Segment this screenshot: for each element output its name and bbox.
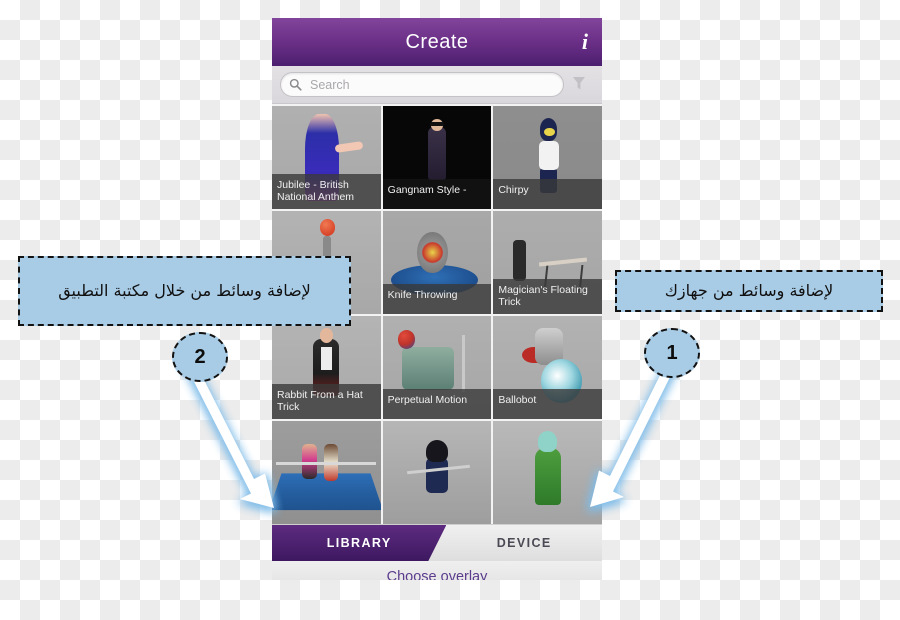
tile-rabbit-from-a-hat-trick[interactable]: Rabbit From a Hat Trick bbox=[272, 316, 381, 419]
tile-ballobot[interactable]: Ballobot bbox=[493, 316, 602, 419]
search-bar bbox=[272, 66, 602, 104]
step-badge-1: 1 bbox=[644, 328, 700, 378]
tile-label: Jubilee - British National Anthem bbox=[272, 174, 381, 209]
tile-label: Chirpy bbox=[493, 179, 602, 209]
app-footer: Choose overlay bbox=[272, 561, 602, 580]
tile-gangnam-style[interactable]: Gangnam Style - bbox=[382, 106, 492, 209]
tile-jubilee[interactable]: Jubilee - British National Anthem bbox=[272, 106, 381, 209]
info-icon[interactable]: i bbox=[582, 31, 588, 53]
tile-label: Gangnam Style - bbox=[382, 179, 492, 209]
page-title: Create bbox=[405, 30, 469, 53]
tile-magicians-floating-trick[interactable]: Magician's Floating Trick bbox=[493, 211, 602, 314]
callout-left: لإضافة وسائط من خلال مكتبة التطبيق bbox=[18, 256, 351, 326]
tile-ninja[interactable] bbox=[382, 421, 492, 524]
tile-label: Ballobot bbox=[493, 389, 602, 419]
app-header: Create i bbox=[272, 18, 602, 66]
step-badge-2: 2 bbox=[172, 332, 228, 382]
tab-library[interactable]: LIBRARY bbox=[272, 525, 446, 561]
filter-funnel-icon[interactable] bbox=[564, 75, 594, 95]
tile-label: Rabbit From a Hat Trick bbox=[272, 384, 381, 419]
callout-right: لإضافة وسائط من جهازك bbox=[615, 270, 883, 312]
tile-perpetual-motion[interactable]: Perpetual Motion bbox=[382, 316, 492, 419]
search-icon bbox=[289, 78, 302, 91]
tile-boxing-ring[interactable] bbox=[272, 421, 381, 524]
tile-label: Magician's Floating Trick bbox=[493, 279, 602, 314]
search-input[interactable] bbox=[308, 76, 555, 93]
tile-label: Knife Throwing bbox=[382, 284, 492, 314]
tile-chirpy[interactable]: Chirpy bbox=[493, 106, 602, 209]
tile-knife-throwing[interactable]: Knife Throwing bbox=[382, 211, 492, 314]
tile-label: Perpetual Motion bbox=[382, 389, 492, 419]
tab-bar: LIBRARY DEVICE bbox=[272, 524, 602, 561]
tab-device[interactable]: DEVICE bbox=[446, 525, 602, 561]
tile-green-character[interactable] bbox=[493, 421, 602, 524]
choose-overlay-caption: Choose overlay bbox=[386, 569, 488, 580]
search-field[interactable] bbox=[280, 72, 564, 97]
